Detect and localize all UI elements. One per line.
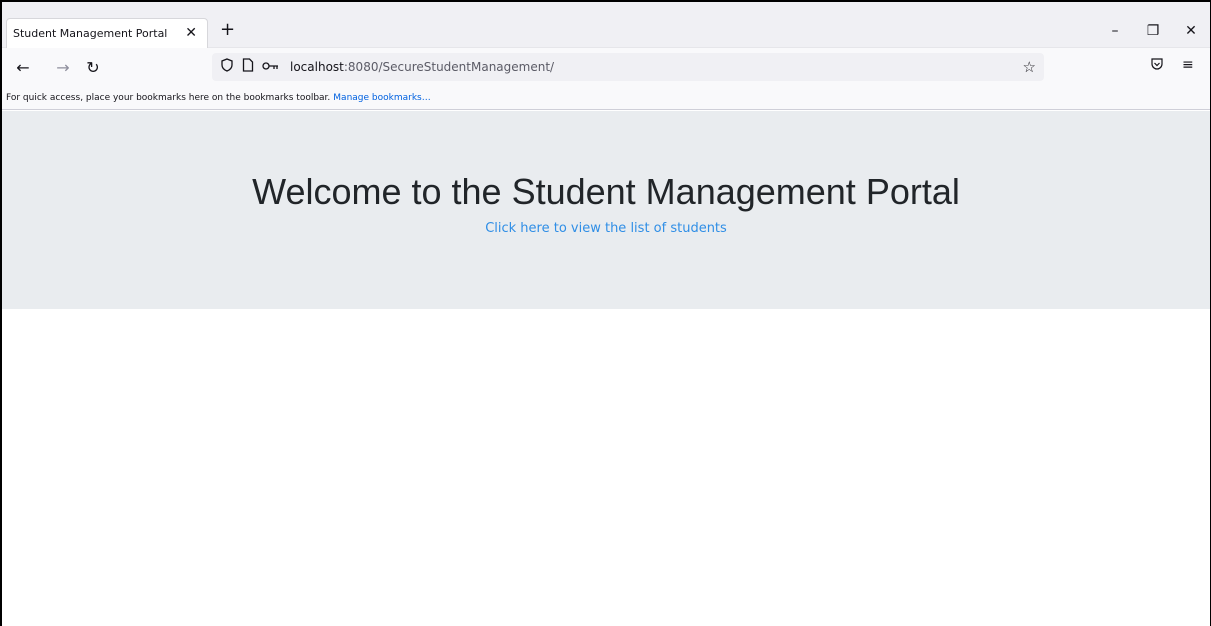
- bookmarks-toolbar: For quick access, place your bookmarks h…: [2, 86, 1210, 110]
- bookmarks-message: For quick access, place your bookmarks h…: [6, 92, 331, 103]
- close-window-button[interactable]: ✕: [1172, 16, 1210, 46]
- address-bar[interactable]: localhost:8080/SecureStudentManagement/ …: [212, 53, 1044, 81]
- close-icon[interactable]: ✕: [185, 25, 197, 41]
- key-icon[interactable]: [262, 60, 280, 75]
- page-icon[interactable]: [242, 58, 254, 76]
- url-path: :8080/SecureStudentManagement/: [343, 60, 555, 74]
- star-icon[interactable]: ☆: [1023, 58, 1036, 76]
- restore-button[interactable]: ❐: [1134, 16, 1172, 46]
- minimize-button[interactable]: –: [1096, 16, 1134, 46]
- page-content: Welcome to the Student Management Portal…: [2, 111, 1210, 626]
- view-students-link[interactable]: Click here to view the list of students: [485, 221, 727, 236]
- arrow-right-icon[interactable]: →: [52, 56, 74, 78]
- pocket-icon[interactable]: [1150, 57, 1164, 75]
- arrow-left-icon[interactable]: ←: [12, 56, 34, 78]
- tab-student-management-portal[interactable]: Student Management Portal ✕: [6, 18, 208, 48]
- url-host: localhost: [290, 60, 344, 74]
- tab-strip: Student Management Portal ✕ + – ❐ ✕: [2, 2, 1210, 48]
- shield-icon[interactable]: [220, 58, 234, 76]
- window-controls: – ❐ ✕: [1096, 16, 1210, 46]
- url-text[interactable]: localhost:8080/SecureStudentManagement/: [290, 60, 554, 74]
- tab-title: Student Management Portal: [13, 27, 168, 40]
- plus-icon[interactable]: +: [220, 20, 235, 40]
- navigation-toolbar: ← → ↻ localhost:8080/SecureStudentManage…: [2, 48, 1210, 86]
- page-title: Welcome to the Student Management Portal: [252, 171, 960, 212]
- jumbotron: Welcome to the Student Management Portal…: [2, 111, 1210, 309]
- reload-icon[interactable]: ↻: [82, 56, 104, 78]
- menu-icon[interactable]: ≡: [1182, 57, 1194, 73]
- manage-bookmarks-link[interactable]: Manage bookmarks…: [333, 93, 430, 103]
